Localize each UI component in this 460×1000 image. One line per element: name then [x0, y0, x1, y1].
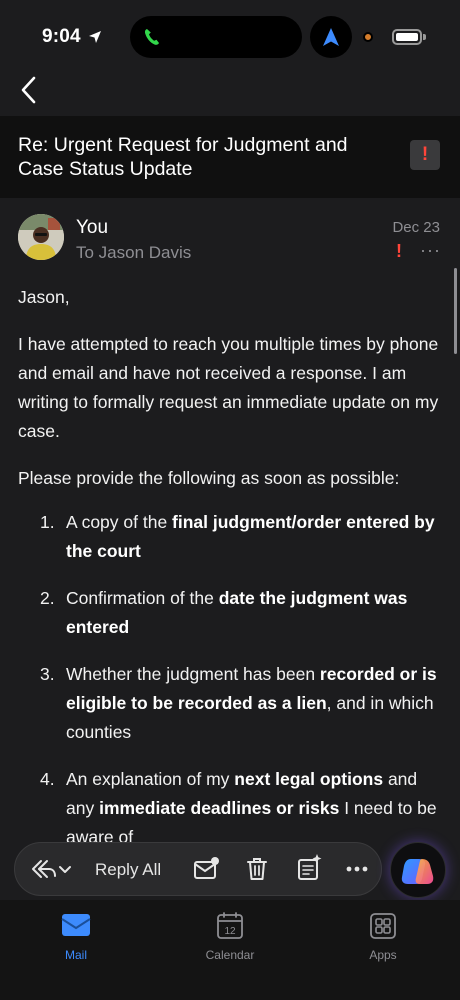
list-item: 4. An explanation of my next legal optio… [40, 769, 437, 847]
location-arrow-icon [89, 31, 101, 43]
message-important-icon: ! [396, 241, 402, 261]
important-flag-icon: ! [421, 144, 429, 165]
phone-call-icon [144, 29, 159, 45]
copilot-icon [401, 859, 434, 884]
privacy-indicator-dot [363, 32, 373, 42]
request-list: 1. A copy of the final judgment/order en… [18, 508, 446, 870]
reply-all-icon[interactable] [29, 843, 57, 895]
summarize-sparkle-icon[interactable] [295, 843, 323, 895]
navigation-arrow-icon [323, 28, 339, 46]
mark-unread-icon[interactable] [191, 843, 221, 895]
body-paragraph-2: Please provide the following as soon as … [18, 468, 400, 488]
more-options-icon[interactable]: ··· [420, 240, 441, 261]
avatar-photo-icon [18, 214, 64, 260]
apps-grid-icon [370, 913, 396, 939]
battery-icon [392, 29, 426, 45]
email-screen: 9:04 Re: Urgent Request for Judgment and… [0, 0, 460, 1000]
status-time: 9:04 [42, 26, 81, 47]
list-item: 1. A copy of the final judgment/order en… [40, 512, 435, 561]
scrollbar[interactable] [454, 268, 457, 354]
reply-toolbar: Reply All [14, 842, 382, 896]
greeting: Jason, [18, 287, 70, 307]
message-body: Jason, I have attempted to reach you mul… [18, 283, 446, 511]
copilot-button[interactable] [390, 842, 446, 898]
list-item: 2. Confirmation of the date the judgment… [40, 588, 408, 637]
more-actions-icon[interactable] [345, 843, 369, 895]
sender-name: You [76, 217, 109, 238]
recipient-line[interactable]: To Jason Davis [76, 243, 191, 263]
delete-trash-icon[interactable] [243, 843, 271, 895]
important-flag-button[interactable]: ! [410, 140, 440, 170]
chevron-down-icon[interactable] [57, 843, 73, 895]
back-chevron-icon[interactable] [14, 72, 46, 108]
calendar-icon: 12 [217, 912, 243, 939]
svg-text:12: 12 [224, 926, 236, 937]
reply-all-button[interactable]: Reply All [95, 860, 161, 880]
list-item: 3. Whether the judgment has been recorde… [40, 664, 437, 742]
email-subject: Re: Urgent Request for Judgment and Case… [18, 134, 348, 180]
body-paragraph-1: I have attempted to reach you multiple t… [18, 334, 439, 441]
avatar[interactable] [18, 214, 64, 260]
message-date: Dec 23 [392, 219, 440, 236]
mail-icon [61, 914, 91, 936]
